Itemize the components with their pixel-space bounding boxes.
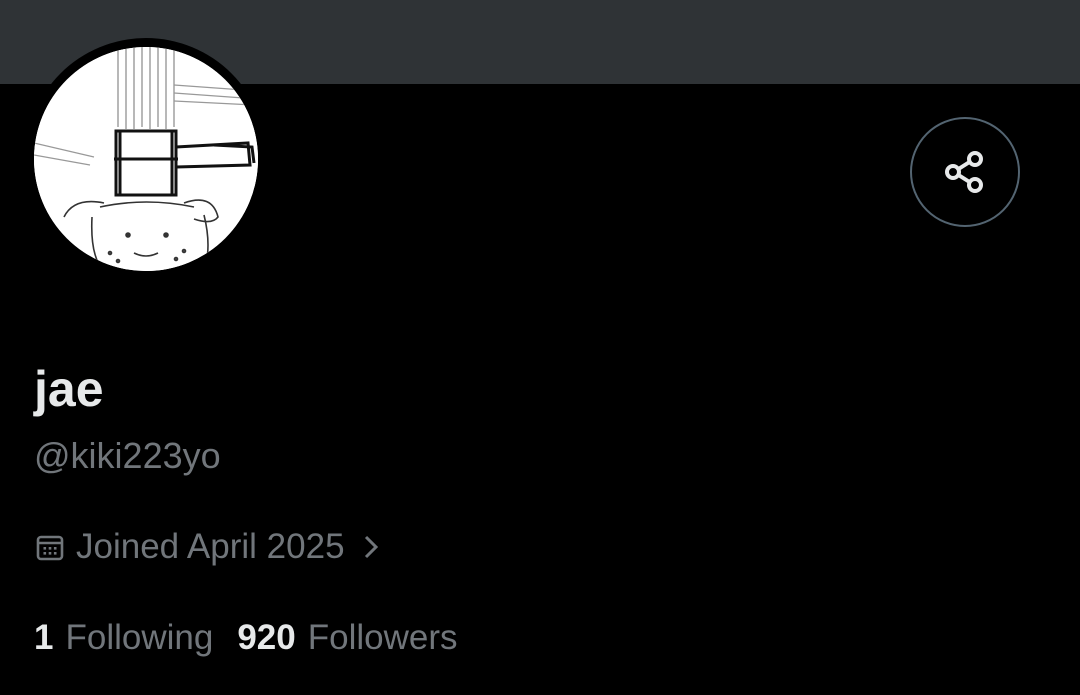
following-count: 1: [34, 618, 54, 657]
followers-count: 920: [237, 618, 296, 657]
followers-label: Followers: [307, 618, 458, 657]
chevron-right-icon: [361, 532, 381, 562]
share-button[interactable]: [910, 117, 1020, 227]
calendar-icon: [34, 531, 66, 563]
share-icon: [941, 148, 989, 196]
avatar[interactable]: [34, 47, 258, 271]
following-label: Following: [65, 618, 214, 657]
joined-date-row[interactable]: Joined April 2025: [34, 525, 381, 569]
user-handle: @kiki223yo: [34, 435, 221, 476]
followers-link[interactable]: 920 Followers: [237, 618, 457, 658]
joined-date-text: Joined April 2025: [76, 527, 345, 566]
display-name: jae: [34, 361, 104, 417]
following-link[interactable]: 1 Following: [34, 618, 213, 658]
avatar-sketch-image: [34, 47, 258, 271]
follow-stats: 1 Following 920 Followers: [34, 616, 458, 660]
